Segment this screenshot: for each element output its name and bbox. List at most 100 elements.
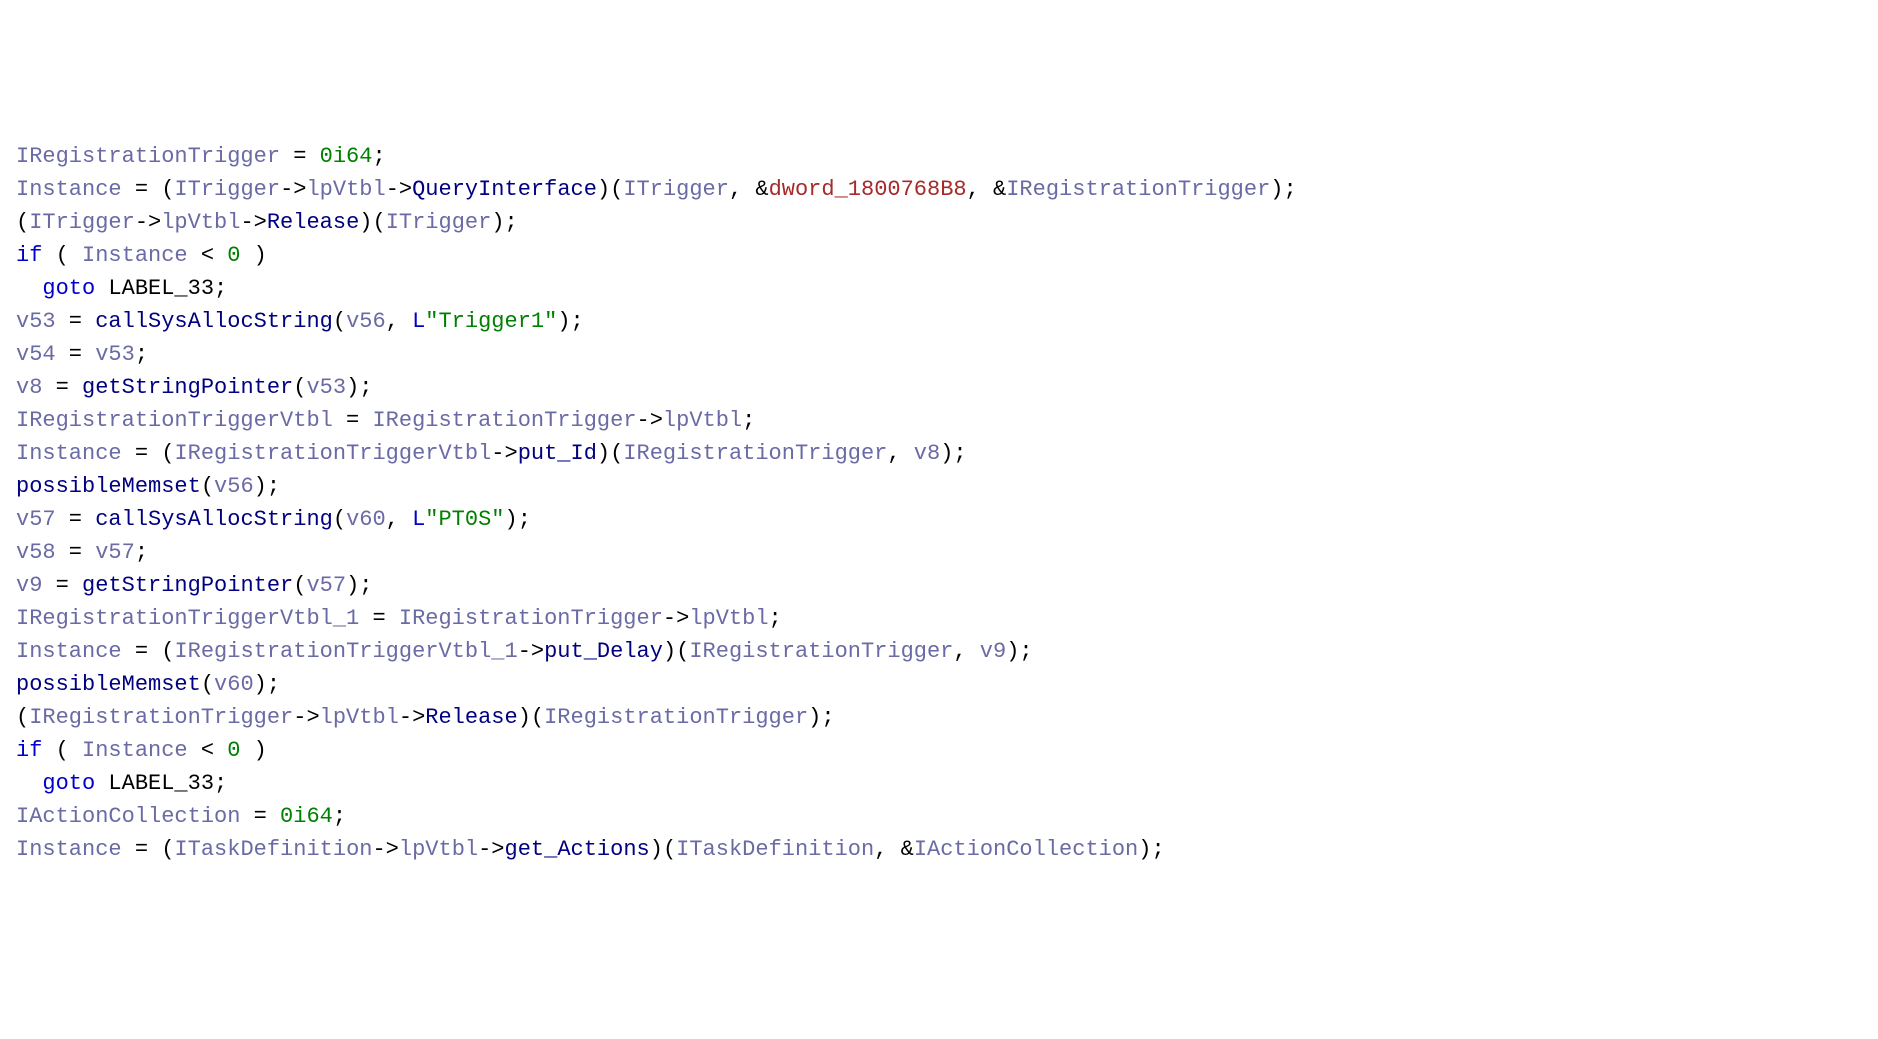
code-token[interactable]: ); bbox=[1138, 837, 1164, 862]
code-token[interactable]: Instance bbox=[82, 243, 188, 268]
decompiler-code-view[interactable]: IRegistrationTrigger = 0i64; Instance = (… bbox=[16, 140, 1862, 866]
code-token[interactable]: Release bbox=[425, 705, 517, 730]
code-token[interactable]: Instance bbox=[16, 837, 122, 862]
code-token[interactable]: v57 bbox=[306, 573, 346, 598]
code-token[interactable]: v58 bbox=[16, 540, 56, 565]
code-token[interactable]: IActionCollection bbox=[914, 837, 1138, 862]
code-token[interactable]: & bbox=[755, 177, 768, 202]
code-line[interactable]: v9 = getStringPointer(v57); bbox=[16, 569, 1862, 602]
code-token[interactable]: = bbox=[122, 639, 162, 664]
code-token[interactable]: ( bbox=[201, 474, 214, 499]
code-token[interactable]: ( bbox=[42, 738, 82, 763]
code-token[interactable]: ITrigger bbox=[623, 177, 729, 202]
code-line[interactable]: goto LABEL_33; bbox=[16, 272, 1862, 305]
code-token[interactable]: , bbox=[386, 507, 412, 532]
code-token[interactable]: IRegistrationTrigger bbox=[372, 408, 636, 433]
code-token[interactable]: ; bbox=[372, 144, 385, 169]
code-token[interactable]: & bbox=[901, 837, 914, 862]
code-token[interactable]: -> bbox=[280, 177, 306, 202]
code-token[interactable]: , bbox=[386, 309, 412, 334]
code-token[interactable]: ); bbox=[505, 507, 531, 532]
code-token[interactable]: = bbox=[122, 837, 162, 862]
code-token[interactable]: lpVtbl bbox=[306, 177, 385, 202]
code-token[interactable]: ( bbox=[161, 177, 174, 202]
code-token[interactable]: ( bbox=[293, 573, 306, 598]
code-line[interactable]: v8 = getStringPointer(v53); bbox=[16, 371, 1862, 404]
code-line[interactable]: IRegistrationTrigger = 0i64; bbox=[16, 140, 1862, 173]
code-token[interactable]: IRegistrationTrigger bbox=[16, 144, 280, 169]
code-line[interactable]: Instance = (IRegistrationTriggerVtbl_1->… bbox=[16, 635, 1862, 668]
code-token[interactable]: ( bbox=[161, 837, 174, 862]
code-token[interactable]: = bbox=[56, 342, 96, 367]
code-token[interactable]: = bbox=[280, 144, 320, 169]
code-token[interactable]: lpVtbl bbox=[161, 210, 240, 235]
code-token[interactable]: v53 bbox=[306, 375, 346, 400]
code-token[interactable]: ( bbox=[201, 672, 214, 697]
code-token[interactable]: getStringPointer bbox=[82, 573, 293, 598]
code-token[interactable]: ( bbox=[333, 309, 346, 334]
code-token[interactable]: v56 bbox=[346, 309, 386, 334]
code-token[interactable]: if bbox=[16, 738, 42, 763]
code-token[interactable]: ); bbox=[346, 573, 372, 598]
code-token[interactable]: ( bbox=[161, 639, 174, 664]
code-token[interactable]: v57 bbox=[95, 540, 135, 565]
code-line[interactable]: if ( Instance < 0 ) bbox=[16, 239, 1862, 272]
code-token[interactable]: -> bbox=[386, 177, 412, 202]
code-token[interactable]: = bbox=[42, 573, 82, 598]
code-token[interactable]: ; bbox=[742, 408, 755, 433]
code-token[interactable]: ; bbox=[769, 606, 782, 631]
code-token[interactable]: L bbox=[412, 507, 425, 532]
code-token[interactable]: goto bbox=[42, 771, 95, 796]
code-token[interactable]: )( bbox=[359, 210, 385, 235]
code-token[interactable]: ( bbox=[333, 507, 346, 532]
code-token[interactable]: ); bbox=[254, 474, 280, 499]
code-token[interactable]: v9 bbox=[16, 573, 42, 598]
code-token[interactable]: , bbox=[729, 177, 755, 202]
code-token[interactable]: )( bbox=[518, 705, 544, 730]
code-token[interactable]: Instance bbox=[16, 441, 122, 466]
code-line[interactable]: Instance = (ITaskDefinition->lpVtbl->get… bbox=[16, 833, 1862, 866]
code-token[interactable]: v8 bbox=[914, 441, 940, 466]
code-token[interactable]: IRegistrationTrigger bbox=[1006, 177, 1270, 202]
code-token[interactable]: IRegistrationTriggerVtbl_1 bbox=[174, 639, 517, 664]
code-token[interactable]: if bbox=[16, 243, 42, 268]
code-token[interactable]: ; bbox=[333, 804, 346, 829]
code-token[interactable]: 0 bbox=[227, 738, 240, 763]
code-line[interactable]: v54 = v53; bbox=[16, 338, 1862, 371]
code-line[interactable]: IRegistrationTriggerVtbl_1 = IRegistrati… bbox=[16, 602, 1862, 635]
code-token[interactable]: ITrigger bbox=[386, 210, 492, 235]
code-token[interactable]: v60 bbox=[346, 507, 386, 532]
code-token[interactable]: callSysAllocString bbox=[95, 309, 333, 334]
code-token[interactable] bbox=[16, 276, 42, 301]
code-token[interactable]: -> bbox=[478, 837, 504, 862]
code-token[interactable]: v56 bbox=[214, 474, 254, 499]
code-line[interactable]: goto LABEL_33; bbox=[16, 767, 1862, 800]
code-line[interactable]: IRegistrationTriggerVtbl = IRegistration… bbox=[16, 404, 1862, 437]
code-token[interactable]: ( bbox=[16, 210, 29, 235]
code-token[interactable]: ); bbox=[1270, 177, 1296, 202]
code-token[interactable]: lpVtbl bbox=[320, 705, 399, 730]
code-token[interactable]: get_Actions bbox=[505, 837, 650, 862]
code-token[interactable]: IRegistrationTrigger bbox=[544, 705, 808, 730]
code-token[interactable]: LABEL_33 bbox=[108, 771, 214, 796]
code-token[interactable]: -> bbox=[518, 639, 544, 664]
code-token[interactable]: Instance bbox=[82, 738, 188, 763]
code-token[interactable]: ); bbox=[254, 672, 280, 697]
code-token[interactable]: -> bbox=[663, 606, 689, 631]
code-token[interactable]: ); bbox=[491, 210, 517, 235]
code-token[interactable]: ; bbox=[214, 276, 227, 301]
code-token[interactable]: ) bbox=[240, 738, 266, 763]
code-token[interactable]: = bbox=[359, 606, 399, 631]
code-token[interactable]: -> bbox=[399, 705, 425, 730]
code-token[interactable]: -> bbox=[637, 408, 663, 433]
code-token[interactable]: lpVtbl bbox=[663, 408, 742, 433]
code-token[interactable]: possibleMemset bbox=[16, 474, 201, 499]
code-token[interactable]: = bbox=[122, 441, 162, 466]
code-token[interactable]: ); bbox=[808, 705, 834, 730]
code-token[interactable] bbox=[16, 771, 42, 796]
code-token[interactable]: 0i64 bbox=[280, 804, 333, 829]
code-token[interactable]: ; bbox=[135, 342, 148, 367]
code-token[interactable]: goto bbox=[42, 276, 95, 301]
code-token[interactable]: IActionCollection bbox=[16, 804, 240, 829]
code-token[interactable]: -> bbox=[372, 837, 398, 862]
